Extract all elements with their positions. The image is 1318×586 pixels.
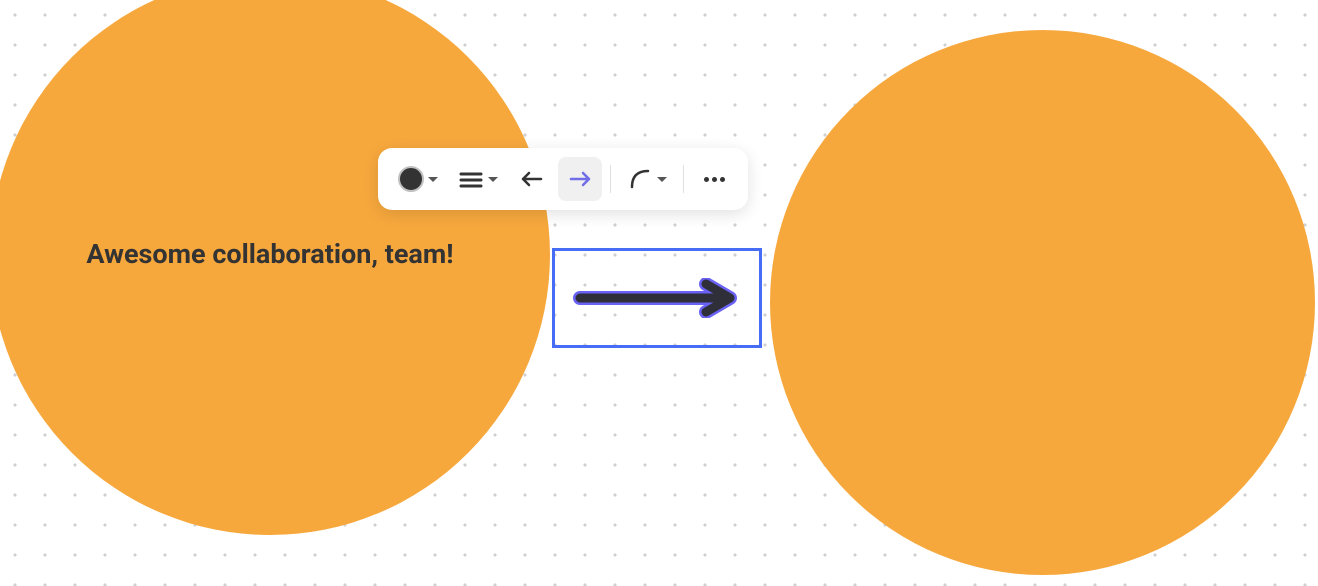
color-picker-button[interactable] [390, 157, 446, 201]
line-style-button[interactable] [450, 157, 506, 201]
more-options-button[interactable] [692, 157, 736, 201]
chevron-down-icon [488, 177, 498, 182]
arrow-left-icon [519, 166, 545, 192]
chevron-down-icon [428, 177, 438, 182]
arrow-start-button[interactable] [510, 157, 554, 201]
toolbar-divider [683, 165, 684, 193]
color-swatch-icon [398, 166, 424, 192]
shape-toolbar [378, 148, 748, 210]
circle-shape-left[interactable]: Awesome collaboration, team! [0, 0, 550, 535]
toolbar-divider [610, 165, 611, 193]
circle-shape-right[interactable] [770, 30, 1315, 575]
circle-left-text[interactable]: Awesome collaboration, team! [86, 233, 453, 276]
selection-box[interactable] [552, 248, 762, 348]
rounded-corner-icon [627, 166, 653, 192]
corner-style-button[interactable] [619, 157, 675, 201]
arrow-right-icon [567, 166, 593, 192]
line-weight-icon [458, 166, 484, 192]
arrow-shape[interactable] [572, 278, 742, 318]
chevron-down-icon [657, 177, 667, 182]
more-icon [704, 177, 725, 182]
arrow-end-button[interactable] [558, 157, 602, 201]
